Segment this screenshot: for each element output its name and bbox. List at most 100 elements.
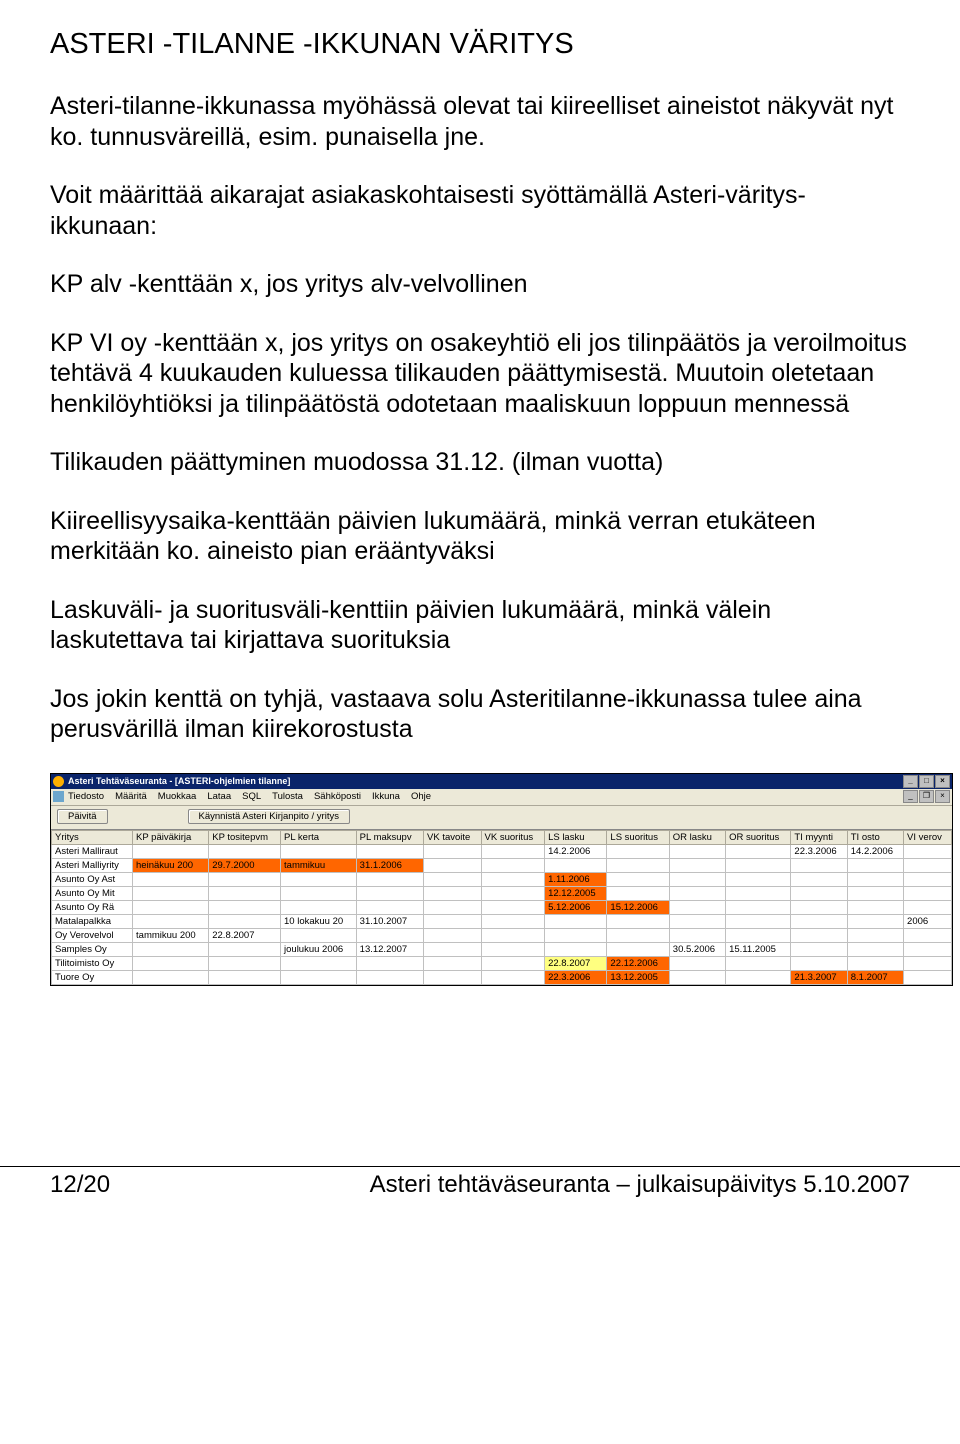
cell[interactable] [669,900,725,914]
cell[interactable] [847,900,903,914]
cell[interactable]: Tuore Oy [52,970,133,984]
column-header[interactable]: TI myynti [791,830,847,844]
cell[interactable] [481,900,545,914]
table-row[interactable]: Samples Oyjoulukuu 200613.12.200730.5.20… [52,942,952,956]
cell[interactable]: joulukuu 2006 [281,942,357,956]
cell[interactable] [209,942,281,956]
cell[interactable] [424,900,482,914]
cell[interactable]: tammikuu [281,858,357,872]
data-grid[interactable]: YritysKP päiväkirjaKP tositepvmPL kertaP… [51,830,952,985]
cell[interactable] [424,942,482,956]
launch-button[interactable]: Käynnistä Asteri Kirjanpito / yritys [188,809,350,824]
cell[interactable]: Asteri Malliyrity [52,858,133,872]
cell[interactable] [726,914,791,928]
cell[interactable]: 8.1.2007 [847,970,903,984]
cell[interactable] [424,844,482,858]
cell[interactable] [281,844,357,858]
cell[interactable] [791,956,847,970]
cell[interactable] [424,956,482,970]
titlebar[interactable]: Asteri Tehtäväseuranta - [ASTERI-ohjelmi… [51,774,952,789]
table-row[interactable]: Asunto Oy Rä5.12.200615.12.2006 [52,900,952,914]
cell[interactable] [847,942,903,956]
cell[interactable] [791,858,847,872]
cell[interactable] [607,858,669,872]
cell[interactable] [133,886,209,900]
cell[interactable] [133,900,209,914]
cell[interactable]: 10 lokakuu 20 [281,914,357,928]
cell[interactable] [791,872,847,886]
mdi-minimize-button[interactable]: _ [903,790,918,803]
cell[interactable]: Asunto Oy Mit [52,886,133,900]
cell[interactable] [847,872,903,886]
cell[interactable] [669,914,725,928]
cell[interactable] [133,872,209,886]
cell[interactable] [481,970,545,984]
cell[interactable]: tammikuu 200 [133,928,209,942]
cell[interactable] [481,844,545,858]
cell[interactable] [904,844,952,858]
menu-tulosta[interactable]: Tulosta [272,791,303,802]
cell[interactable] [904,956,952,970]
cell[interactable]: 22.8.2007 [209,928,281,942]
column-header[interactable]: VK suoritus [481,830,545,844]
cell[interactable] [904,858,952,872]
menu-ikkuna[interactable]: Ikkuna [372,791,400,802]
table-row[interactable]: Tuore Oy22.3.200613.12.200521.3.20078.1.… [52,970,952,984]
cell[interactable] [209,886,281,900]
mdi-restore-button[interactable]: ❐ [919,790,934,803]
cell[interactable] [209,844,281,858]
cell[interactable] [607,872,669,886]
cell[interactable] [791,900,847,914]
cell[interactable] [545,858,607,872]
cell[interactable]: 14.2.2006 [545,844,607,858]
cell[interactable] [545,942,607,956]
cell[interactable]: 15.12.2006 [607,900,669,914]
cell[interactable]: 15.11.2005 [726,942,791,956]
cell[interactable] [726,928,791,942]
cell[interactable] [904,942,952,956]
menu-tiedosto[interactable]: Tiedosto [68,791,104,802]
cell[interactable] [847,956,903,970]
cell[interactable] [133,956,209,970]
cell[interactable] [726,886,791,900]
cell[interactable] [726,872,791,886]
cell[interactable] [424,872,482,886]
refresh-button[interactable]: Päivitä [57,809,108,824]
cell[interactable] [847,928,903,942]
cell[interactable] [904,900,952,914]
cell[interactable]: 30.5.2006 [669,942,725,956]
cell[interactable] [481,942,545,956]
table-row[interactable]: Asunto Oy Ast1.11.2006 [52,872,952,886]
cell[interactable] [281,872,357,886]
cell[interactable] [726,970,791,984]
column-header[interactable]: OR suoritus [726,830,791,844]
cell[interactable] [669,858,725,872]
menubar[interactable]: Tiedosto Määritä Muokkaa Lataa SQL Tulos… [68,790,437,803]
cell[interactable] [356,872,423,886]
cell[interactable] [209,872,281,886]
cell[interactable]: 13.12.2005 [607,970,669,984]
cell[interactable] [133,970,209,984]
cell[interactable] [669,872,725,886]
cell[interactable] [424,928,482,942]
column-header[interactable]: VK tavoite [424,830,482,844]
menu-muokkaa[interactable]: Muokkaa [158,791,197,802]
cell[interactable] [791,886,847,900]
cell[interactable] [669,956,725,970]
cell[interactable] [133,914,209,928]
cell[interactable] [669,928,725,942]
cell[interactable]: 29.7.2000 [209,858,281,872]
cell[interactable] [209,914,281,928]
cell[interactable] [209,956,281,970]
cell[interactable] [424,914,482,928]
cell[interactable]: 12.12.2005 [545,886,607,900]
column-header[interactable]: LS lasku [545,830,607,844]
cell[interactable] [356,844,423,858]
cell[interactable]: 31.10.2007 [356,914,423,928]
cell[interactable] [424,886,482,900]
cell[interactable]: 1.11.2006 [545,872,607,886]
close-button[interactable]: × [935,775,950,788]
cell[interactable] [904,872,952,886]
cell[interactable] [281,970,357,984]
cell[interactable]: 31.1.2006 [356,858,423,872]
